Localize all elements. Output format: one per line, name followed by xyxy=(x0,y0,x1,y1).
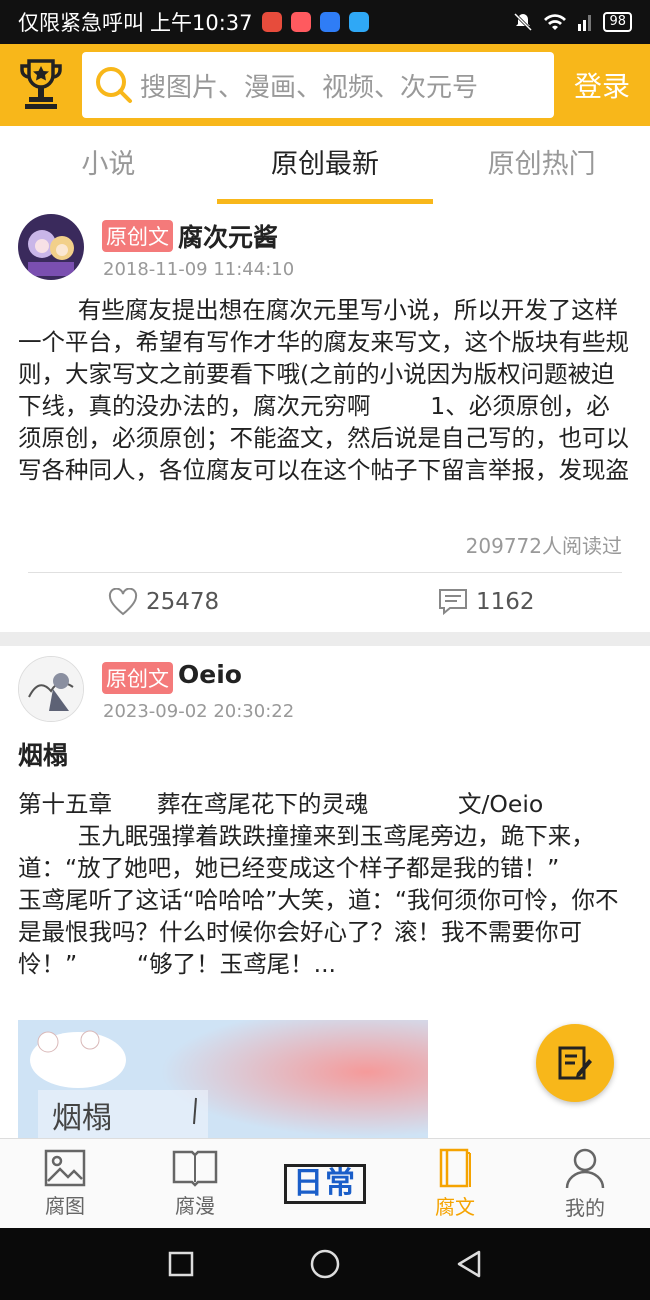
login-button[interactable]: 登录 xyxy=(554,65,650,105)
divider xyxy=(28,572,622,573)
nav-item-images[interactable]: 腐图 xyxy=(0,1139,130,1228)
thumbnail-text: 烟榻 xyxy=(52,1101,112,1136)
daily-logo: 日常 xyxy=(284,1163,366,1204)
category-tabs: 小说 原创最新 原创热门 xyxy=(0,126,650,204)
avatar[interactable] xyxy=(18,214,84,280)
back-icon[interactable] xyxy=(455,1249,483,1279)
nav-label: 腐图 xyxy=(45,1194,85,1218)
comment-count: 1162 xyxy=(476,589,535,615)
status-bar: 仅限紧急呼叫 上午10:37 98 xyxy=(0,0,650,44)
post-card[interactable]: 原创文 腐次元酱 2018-11-09 11:44:10 有些腐友提出想在腐次元… xyxy=(0,204,650,632)
write-post-button[interactable] xyxy=(536,1024,614,1102)
nav-label: 我的 xyxy=(565,1196,605,1220)
author-name[interactable]: 腐次元酱 xyxy=(178,218,278,254)
original-badge: 原创文 xyxy=(102,220,173,252)
original-badge: 原创文 xyxy=(102,662,173,694)
search-input[interactable]: 搜图片、漫画、视频、次元号 xyxy=(82,52,554,118)
nav-item-daily[interactable]: 日常 xyxy=(260,1139,390,1228)
author-name[interactable]: Oeio xyxy=(178,660,242,689)
nav-label: 腐漫 xyxy=(175,1194,215,1218)
signal-icon xyxy=(578,15,592,31)
mute-icon xyxy=(514,12,533,32)
top-bar: 搜图片、漫画、视频、次元号 登录 xyxy=(0,44,650,126)
section-gap xyxy=(0,632,650,646)
post-body[interactable]: 有些腐友提出想在腐次元里写小说，所以开发了这样一个平台，希望有写作才华的腐友来写… xyxy=(18,294,632,518)
image-icon xyxy=(44,1149,86,1187)
bottom-nav: 腐图 腐漫 日常 腐文 我的 xyxy=(0,1138,650,1228)
trophy-icon[interactable] xyxy=(0,44,82,126)
like-count: 25478 xyxy=(146,589,220,615)
tab-novel[interactable]: 小说 xyxy=(0,126,217,204)
notification-app-icon xyxy=(261,12,282,32)
comment-button[interactable]: 1162 xyxy=(438,588,535,616)
recents-icon[interactable] xyxy=(167,1250,195,1278)
nav-item-profile[interactable]: 我的 xyxy=(520,1139,650,1228)
search-icon xyxy=(96,67,132,103)
system-nav-bar xyxy=(0,1228,650,1300)
tab-original-latest[interactable]: 原创最新 xyxy=(216,126,434,204)
post-time: 2023-09-02 20:30:22 xyxy=(103,701,295,722)
comment-icon xyxy=(439,589,467,616)
notification-app-icon xyxy=(319,12,340,32)
novel-icon xyxy=(439,1148,471,1188)
post-time: 2018-11-09 11:44:10 xyxy=(103,259,295,280)
nav-item-novels[interactable]: 腐文 xyxy=(390,1139,520,1228)
nav-label: 腐文 xyxy=(435,1195,475,1219)
edit-icon xyxy=(558,1046,592,1080)
avatar[interactable] xyxy=(18,656,84,722)
notification-app-icon xyxy=(348,12,369,32)
tab-original-hot[interactable]: 原创热门 xyxy=(433,126,650,204)
clock: 上午10:37 xyxy=(150,11,253,35)
battery-indicator: 98 xyxy=(603,12,632,32)
notification-app-icon xyxy=(290,12,311,32)
heart-icon xyxy=(108,588,138,616)
post-body[interactable]: 第十五章 葬在鸢尾花下的灵魂 文/Oeio 玉九眠强撑着跌跌撞撞来到玉鸢尾旁边，… xyxy=(18,788,632,1016)
read-count: 209772人阅读过 xyxy=(465,534,622,558)
post-title[interactable]: 烟榻 xyxy=(18,736,68,772)
like-button[interactable]: 25478 xyxy=(108,588,219,616)
nav-item-comics[interactable]: 腐漫 xyxy=(130,1139,260,1228)
user-icon xyxy=(565,1148,605,1189)
carrier-text: 仅限紧急呼叫 xyxy=(18,11,144,35)
post-thumbnail[interactable]: 烟榻 xyxy=(18,1020,428,1138)
home-icon[interactable] xyxy=(309,1248,341,1280)
search-placeholder: 搜图片、漫画、视频、次元号 xyxy=(140,72,479,103)
book-open-icon xyxy=(172,1150,218,1187)
wifi-icon xyxy=(544,14,567,30)
